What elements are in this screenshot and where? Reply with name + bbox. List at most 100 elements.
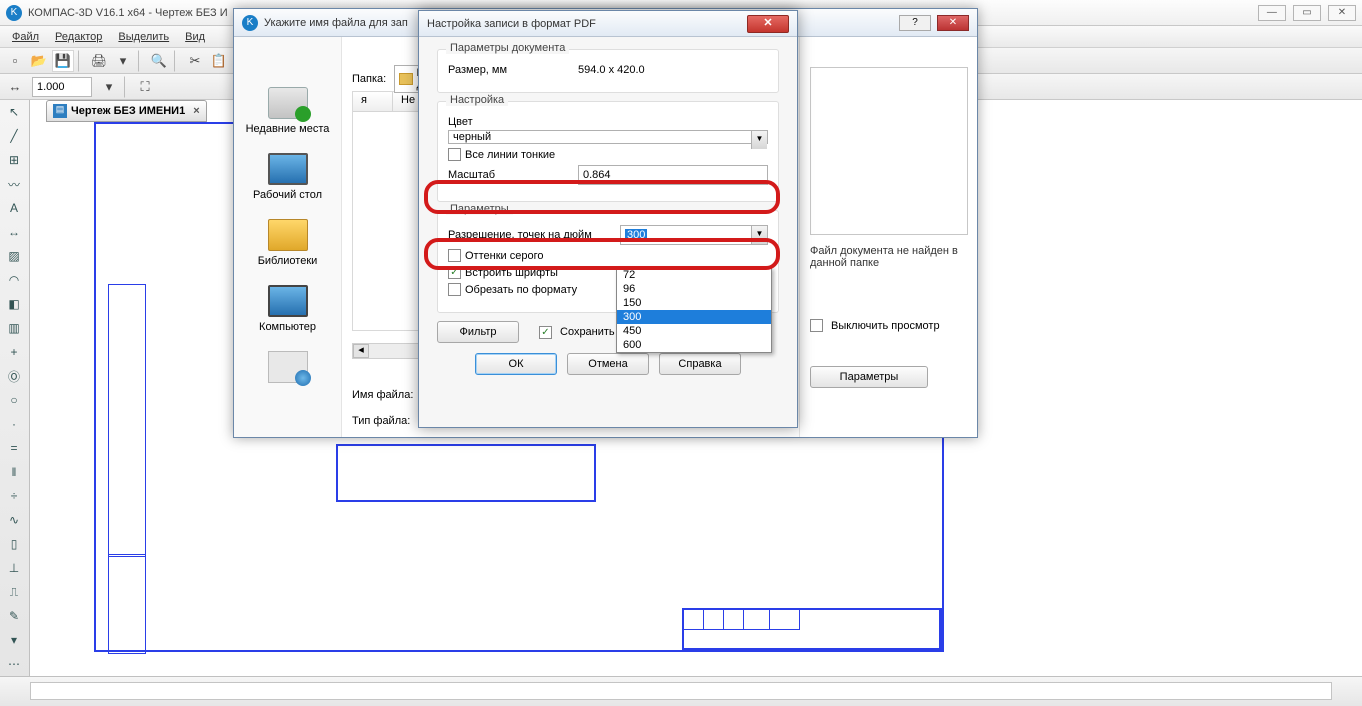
document-tab[interactable]: ▤ Чертеж БЕЗ ИМЕНИ1 × [46,100,207,122]
scale-drop-icon[interactable]: ▾ [98,76,120,98]
ok-button[interactable]: ОК [475,353,557,375]
tool-para-icon[interactable]: ‖ [0,460,28,484]
folder-label: Папка: [352,73,386,85]
left-tool-palette: ↖ ╱ ⊞ 〰 A ↔ ▨ ◠ ◧ ▥ + Ⓞ ○ · = ‖ ÷ ∿ ▯ ⊥ … [0,100,30,680]
tool-pointer-icon[interactable]: ↖ [0,100,28,124]
group-settings-legend: Настройка [446,94,508,106]
places-bar: Недавние места Рабочий стол Библиотеки К… [234,37,342,437]
chk-grayscale[interactable] [448,249,461,262]
status-input[interactable] [30,682,1332,700]
group-params-legend: Параметры [446,203,513,215]
scale-input[interactable]: 1.000 [32,77,92,97]
tool-layers-icon[interactable]: ▥ [0,316,28,340]
chk-thin-label: Все линии тонкие [465,149,555,161]
scale-handle-icon[interactable]: ↔ [4,76,26,98]
save-dialog-help-icon[interactable]: ? [899,15,931,31]
place-recent[interactable]: Недавние места [243,87,333,135]
col-name[interactable]: я [353,92,393,111]
preview-pane: Файл документа не найден в данной папке … [799,37,977,437]
libraries-icon [268,219,308,251]
print-drop-icon[interactable]: ▾ [112,50,134,72]
desktop-icon [268,153,308,185]
pdf-dialog-titlebar[interactable]: Настройка записи в формат PDF ✕ [419,11,797,37]
dpi-dropdown-list[interactable]: 72 96 150 300 450 600 [616,267,772,353]
dpi-drop-icon[interactable]: ▼ [751,226,767,244]
doc-type-icon: ▤ [53,104,67,118]
preview-icon[interactable]: 🔍 [148,50,170,72]
print-icon[interactable]: 🖨 [88,50,110,72]
status-bar [0,676,1362,706]
place-desktop[interactable]: Рабочий стол [243,153,333,201]
new-doc-icon[interactable]: ▫ [4,50,26,72]
tool-note-icon[interactable]: ✎ [0,604,28,628]
computer-icon [268,285,308,317]
color-combo[interactable]: черный ▼ [448,130,768,144]
dpi-option[interactable]: 72 [617,268,771,282]
save-dialog-close-icon[interactable]: ✕ [937,15,969,31]
filter-button[interactable]: Фильтр [437,321,519,343]
dpi-option[interactable]: 600 [617,338,771,352]
cut-icon[interactable]: ✂ [184,50,206,72]
cancel-button[interactable]: Отмена [567,353,649,375]
open-icon[interactable]: 📂 [28,50,50,72]
chk-embed-fonts[interactable]: ✓ [448,266,461,279]
dpi-combo[interactable]: 300 ▼ [620,225,768,245]
tool-arc-icon[interactable]: ◠ [0,268,28,292]
tool-circ-icon[interactable]: ○ [0,388,28,412]
tool-hatch-icon[interactable]: ▨ [0,244,28,268]
tool-wave-icon[interactable]: 〰 [0,172,28,196]
tool-dot-icon[interactable]: · [0,412,28,436]
chk-crop[interactable] [448,283,461,296]
tool-surf-icon[interactable]: ◧ [0,292,28,316]
copy-icon[interactable]: 📋 [208,50,230,72]
place-network[interactable] [243,351,333,387]
tool-line-icon[interactable]: ╱ [0,124,28,148]
chk-disable-preview[interactable] [810,319,823,332]
pdf-dialog-close-icon[interactable]: ✕ [747,15,789,33]
help-button[interactable]: Справка [659,353,741,375]
dpi-option-selected[interactable]: 300 [617,310,771,324]
params-button[interactable]: Параметры [810,366,928,388]
tool-group-icon[interactable]: ▯ [0,532,28,556]
tool-grid-icon[interactable]: ⊞ [0,148,28,172]
recent-places-icon [268,87,308,119]
chk-thin-lines[interactable] [448,148,461,161]
dpi-option[interactable]: 150 [617,296,771,310]
group-document-legend: Параметры документа [446,42,569,54]
tool-div-icon[interactable]: ÷ [0,484,28,508]
group-settings: Настройка Цвет черный ▼ Все линии тонкие… [437,101,779,202]
tool-compass-icon[interactable]: Ⓞ [0,364,28,388]
tool-drop-icon[interactable]: ▾ [0,628,28,652]
dpi-option[interactable]: 450 [617,324,771,338]
place-libraries[interactable]: Библиотеки [243,219,333,267]
menu-select[interactable]: Выделить [110,29,177,45]
zoom-fit-icon[interactable]: ⛶ [134,76,156,98]
dpi-option[interactable]: 96 [617,282,771,296]
tool-more-icon[interactable]: ⋯ [0,652,28,676]
color-drop-icon[interactable]: ▼ [751,131,767,149]
tool-spline-icon[interactable]: ∿ [0,508,28,532]
scale-input[interactable]: 0.864 [578,165,768,185]
app-icon: K [6,5,22,21]
window-max-icon[interactable]: ▭ [1293,5,1321,21]
place-computer[interactable]: Компьютер [243,285,333,333]
doc-tab-name: Чертеж БЕЗ ИМЕНИ1 [71,105,185,117]
window-min-icon[interactable]: — [1258,5,1286,21]
menu-file[interactable]: Файл [4,29,47,45]
size-value: 594.0 x 420.0 [578,64,645,76]
window-close-icon[interactable]: ✕ [1328,5,1356,21]
folder-icon [399,73,412,85]
save-icon[interactable]: 💾 [52,50,74,72]
tool-eq-icon[interactable]: = [0,436,28,460]
menu-view[interactable]: Вид [177,29,213,45]
tool-plus-icon[interactable]: + [0,340,28,364]
tool-tree-icon[interactable]: ⎍ [0,580,28,604]
doc-tab-close-icon[interactable]: × [193,105,199,117]
tool-perp-icon[interactable]: ⊥ [0,556,28,580]
menu-editor[interactable]: Редактор [47,29,110,45]
scroll-left-icon[interactable]: ◂ [353,344,369,358]
chk-save-settings[interactable]: ✓ [539,326,552,339]
scale-label: Масштаб [448,169,578,181]
tool-dim-icon[interactable]: ↔ [0,220,28,244]
tool-text-icon[interactable]: A [0,196,28,220]
